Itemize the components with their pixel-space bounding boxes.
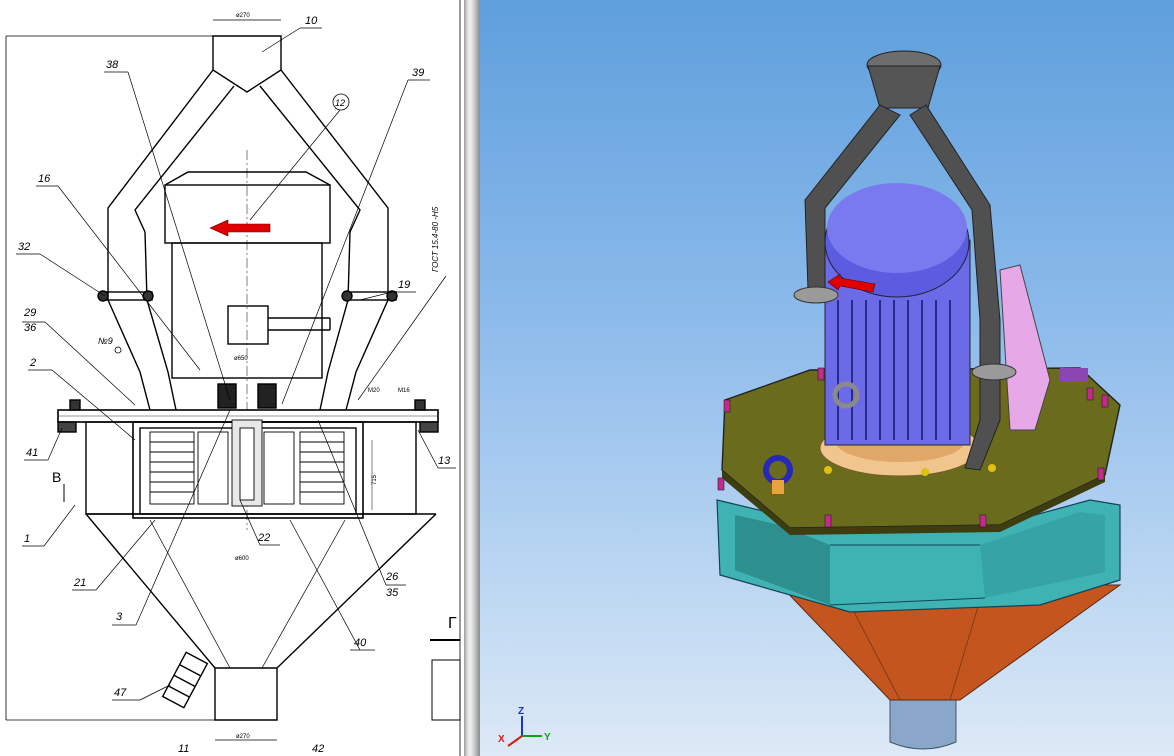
callout-label: 26 — [385, 571, 399, 583]
callout-label: 32 — [18, 241, 30, 253]
callout-label: 38 — [106, 59, 119, 71]
callout-label: 11 — [178, 743, 189, 755]
callout-label: 1 — [24, 533, 30, 545]
callout-label: 10 — [305, 15, 318, 27]
callout-label: 39 — [412, 67, 424, 79]
callout-label: 29 — [23, 307, 36, 319]
axis-y-label: Y — [544, 732, 551, 743]
callout-label: 19 — [398, 279, 410, 291]
callout-label: 35 — [386, 587, 399, 599]
dim-m20: M20 — [368, 388, 380, 394]
gost-note: ГОСТ 15.4-80 -Н5 — [431, 206, 440, 272]
callout-label: 16 — [38, 173, 51, 185]
dim-bottom: ø600 — [235, 556, 249, 562]
callout-label: 36 — [24, 322, 37, 334]
callout-label: 41 — [26, 447, 38, 459]
dim-top: ø270 — [236, 13, 250, 19]
callout-label: 21 — [73, 577, 86, 589]
axis-z-label: Z — [518, 706, 524, 717]
3d-viewport[interactable]: Z Y X — [480, 0, 1174, 756]
callout-label: 3 — [116, 611, 123, 623]
technical-drawing: 10 38 39 12 16 32 19 29 36 2 41 1 21 3 4… — [5, 0, 461, 756]
callout-label: 42 — [312, 743, 324, 755]
axis-x-label: X — [498, 734, 505, 745]
callout-label: 40 — [354, 637, 367, 649]
pane-splitter[interactable] — [464, 0, 480, 756]
edge-fragment: Г — [448, 615, 457, 632]
callout-label: 13 — [438, 455, 451, 467]
callout-label: 22 — [257, 532, 270, 544]
dim-mid: ø650 — [234, 356, 248, 362]
dim-m16: M16 — [398, 388, 410, 394]
section-marker: В — [52, 469, 61, 485]
position-marker: №9 — [98, 336, 113, 346]
drawing-sheet[interactable]: 10 38 39 12 16 32 19 29 36 2 41 1 21 3 4… — [0, 0, 464, 756]
3d-model: Z Y X — [498, 50, 1122, 750]
callout-label: 2 — [29, 357, 36, 369]
dim-height: 715 — [372, 474, 378, 485]
dim-foot: ø270 — [236, 734, 250, 740]
callout-label: 47 — [114, 687, 127, 699]
callout-label: 12 — [335, 98, 345, 108]
